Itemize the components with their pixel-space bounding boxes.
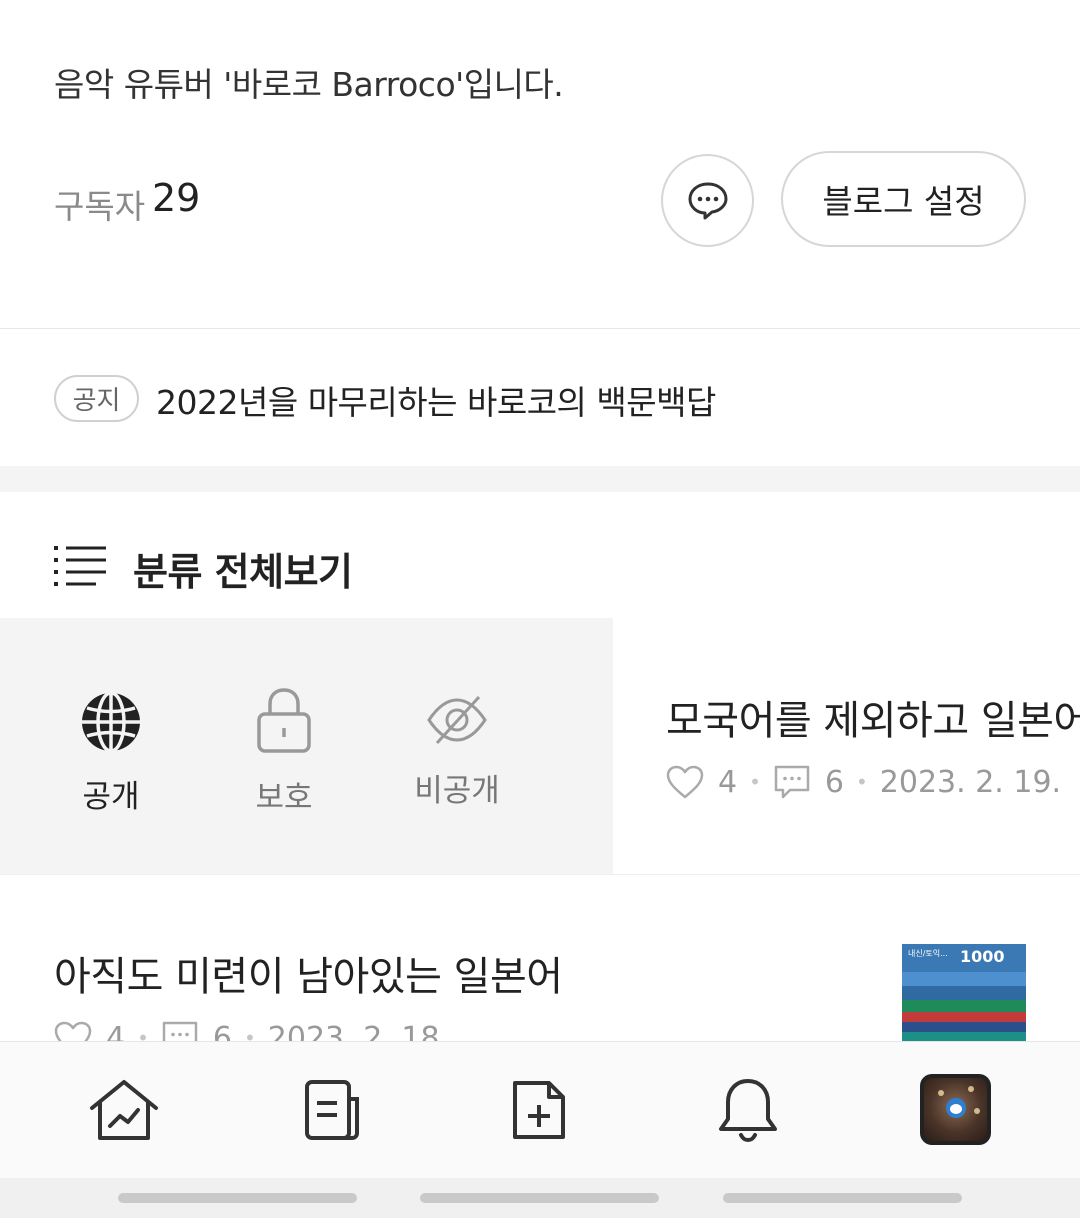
chat-button[interactable] bbox=[661, 154, 754, 247]
divider bbox=[0, 328, 1080, 329]
category-title[interactable]: 분류 전체보기 bbox=[133, 541, 353, 596]
eye-off-icon bbox=[427, 695, 487, 745]
post-date: 2023. 2. 19. bbox=[879, 764, 1062, 800]
notice-title[interactable]: 2022년을 마무리하는 바로코의 백문백답 bbox=[156, 376, 716, 424]
category-list-icon[interactable] bbox=[54, 546, 108, 590]
post-meta: 4 • 6 • 2023. 2. 19. bbox=[666, 764, 1061, 800]
visibility-public-label: 공개 bbox=[82, 779, 140, 815]
notice-badge: 공지 bbox=[54, 375, 139, 422]
visibility-private-label: 비공개 bbox=[414, 773, 500, 809]
post-title[interactable]: 모국어를 제외하고 일본어 bbox=[666, 688, 1080, 746]
chat-bubble-icon bbox=[688, 182, 727, 219]
nav-pill[interactable] bbox=[723, 1193, 962, 1203]
nav-pill[interactable] bbox=[118, 1193, 357, 1203]
visibility-protected-option[interactable]: 보호 bbox=[240, 688, 328, 817]
stats-home-icon bbox=[90, 1080, 158, 1140]
comment-icon bbox=[774, 765, 810, 799]
write-tab[interactable] bbox=[503, 1077, 575, 1143]
blog-intro: 음악 유튜버 '바로코 Barroco'입니다. bbox=[54, 65, 564, 104]
visibility-private-option[interactable]: 비공개 bbox=[405, 695, 509, 810]
bell-icon bbox=[719, 1079, 777, 1143]
posts-icon bbox=[305, 1080, 359, 1140]
lock-icon bbox=[257, 688, 311, 753]
thumbnail-text: 내신/토익... bbox=[908, 949, 948, 958]
heart-icon bbox=[666, 765, 704, 799]
divider bbox=[0, 874, 1080, 875]
comment-count: 6 bbox=[824, 764, 844, 800]
notifications-tab[interactable] bbox=[712, 1077, 784, 1143]
profile-avatar[interactable] bbox=[920, 1074, 991, 1145]
visibility-public-option[interactable]: 공개 bbox=[80, 691, 142, 816]
post-thumbnail[interactable]: 내신/토익... 1000 bbox=[902, 944, 1026, 1044]
visibility-protected-label: 보호 bbox=[255, 780, 313, 816]
subscribers-count[interactable]: 29 bbox=[152, 176, 200, 220]
stats-home-tab[interactable] bbox=[88, 1077, 160, 1143]
subscribers-label: 구독자 bbox=[54, 187, 146, 226]
like-count: 4 bbox=[718, 764, 738, 800]
posts-tab[interactable] bbox=[295, 1077, 367, 1143]
section-separator bbox=[0, 466, 1080, 492]
thumbnail-number: 1000 bbox=[960, 947, 1005, 966]
globe-icon bbox=[82, 691, 140, 753]
blog-settings-button[interactable]: 블로그 설정 bbox=[781, 151, 1026, 247]
nav-pill[interactable] bbox=[420, 1193, 659, 1203]
post-title[interactable]: 아직도 미련이 남아있는 일본어 bbox=[54, 944, 563, 1002]
write-icon bbox=[513, 1081, 565, 1139]
